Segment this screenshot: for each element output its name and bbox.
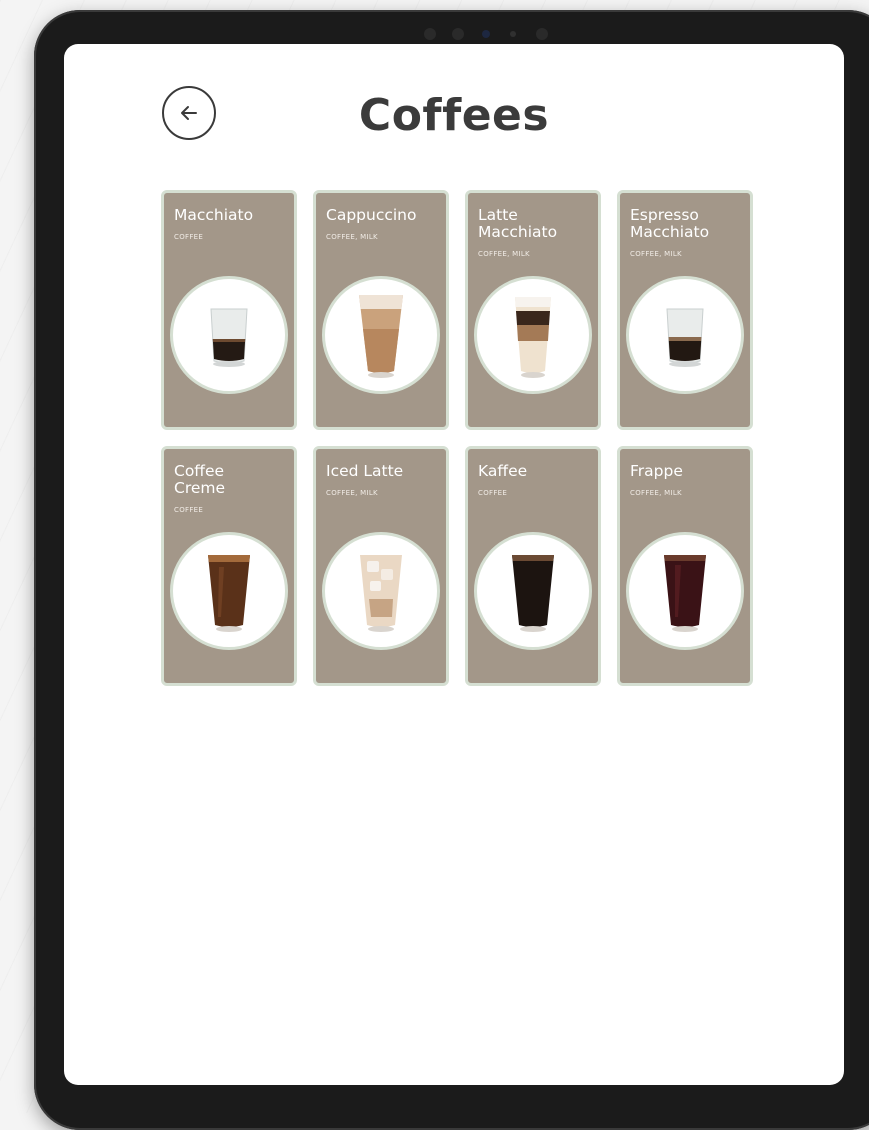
drink-card-macchiato[interactable]: Macchiato COFFEE — [161, 190, 297, 430]
drink-tags: COFFEE — [174, 233, 204, 241]
drink-photo — [170, 532, 288, 650]
drink-card-cappuccino[interactable]: Cappuccino COFFEE, MILK — [313, 190, 449, 430]
cappuccino-glass-icon — [359, 295, 403, 378]
drink-photo — [626, 276, 744, 394]
espresso-macchiato-glass-icon — [666, 308, 704, 367]
drink-tags: COFFEE, MILK — [630, 250, 682, 258]
drink-photo — [474, 276, 592, 394]
iced-latte-glass-icon — [360, 555, 402, 632]
drink-name: Iced Latte COFFEE, MILK — [326, 463, 440, 502]
drink-card-iced-latte[interactable]: Iced Latte COFFEE, MILK — [313, 446, 449, 686]
drink-card-espresso-macchiato[interactable]: Espresso Macchiato COFFEE, MILK — [617, 190, 753, 430]
camera-lens-icon — [482, 30, 490, 38]
sensor-dot — [536, 28, 548, 40]
latte-macchiato-glass-icon — [515, 297, 551, 378]
page-title: Coffees — [358, 90, 550, 141]
drink-name: Cappuccino COFFEE, MILK — [326, 207, 440, 246]
drink-photo — [626, 532, 744, 650]
drink-tags: COFFEE — [478, 489, 508, 497]
drink-tags: COFFEE, MILK — [478, 250, 530, 258]
drink-photo — [322, 532, 440, 650]
drink-tags: COFFEE, MILK — [630, 489, 682, 497]
drink-tags: COFFEE, MILK — [326, 233, 378, 241]
drink-card-frappe[interactable]: Frappe COFFEE, MILK — [617, 446, 753, 686]
drink-name: Latte Macchiato COFFEE, MILK — [478, 207, 592, 263]
camera-bar — [424, 24, 564, 44]
drink-name: Espresso Macchiato COFFEE, MILK — [630, 207, 744, 263]
screen: Coffees Macchiato COFFEE Cappuccino COFFEE… — [64, 44, 844, 1085]
drink-name: Kaffee COFFEE — [478, 463, 592, 502]
drink-name: Frappe COFFEE, MILK — [630, 463, 744, 502]
drinks-grid: MacchiatoCOFFEE CappuccinoCOFFEE, MILK — [161, 190, 753, 686]
drink-card-latte-macchiato[interactable]: Latte Macchiato COFFEE, MILK — [465, 190, 601, 430]
espresso-glass-icon — [210, 308, 248, 367]
drink-name: Macchiato COFFEE — [174, 207, 288, 246]
sensor-dot — [424, 28, 436, 40]
drink-tags: COFFEE, MILK — [326, 489, 378, 497]
drink-photo — [170, 276, 288, 394]
drink-card-kaffee[interactable]: Kaffee COFFEE — [465, 446, 601, 686]
drink-tags: COFFEE — [174, 506, 204, 514]
drink-card-coffee-creme[interactable]: Coffee Creme COFFEE — [161, 446, 297, 686]
frappe-glass-icon — [664, 555, 706, 632]
kaffee-glass-icon — [512, 555, 554, 632]
coffee-creme-glass-icon — [208, 555, 250, 632]
drink-photo — [322, 276, 440, 394]
sensor-dot — [510, 31, 516, 37]
sensor-dot — [452, 28, 464, 40]
drink-name: Coffee Creme COFFEE — [174, 463, 288, 519]
drink-photo — [474, 532, 592, 650]
